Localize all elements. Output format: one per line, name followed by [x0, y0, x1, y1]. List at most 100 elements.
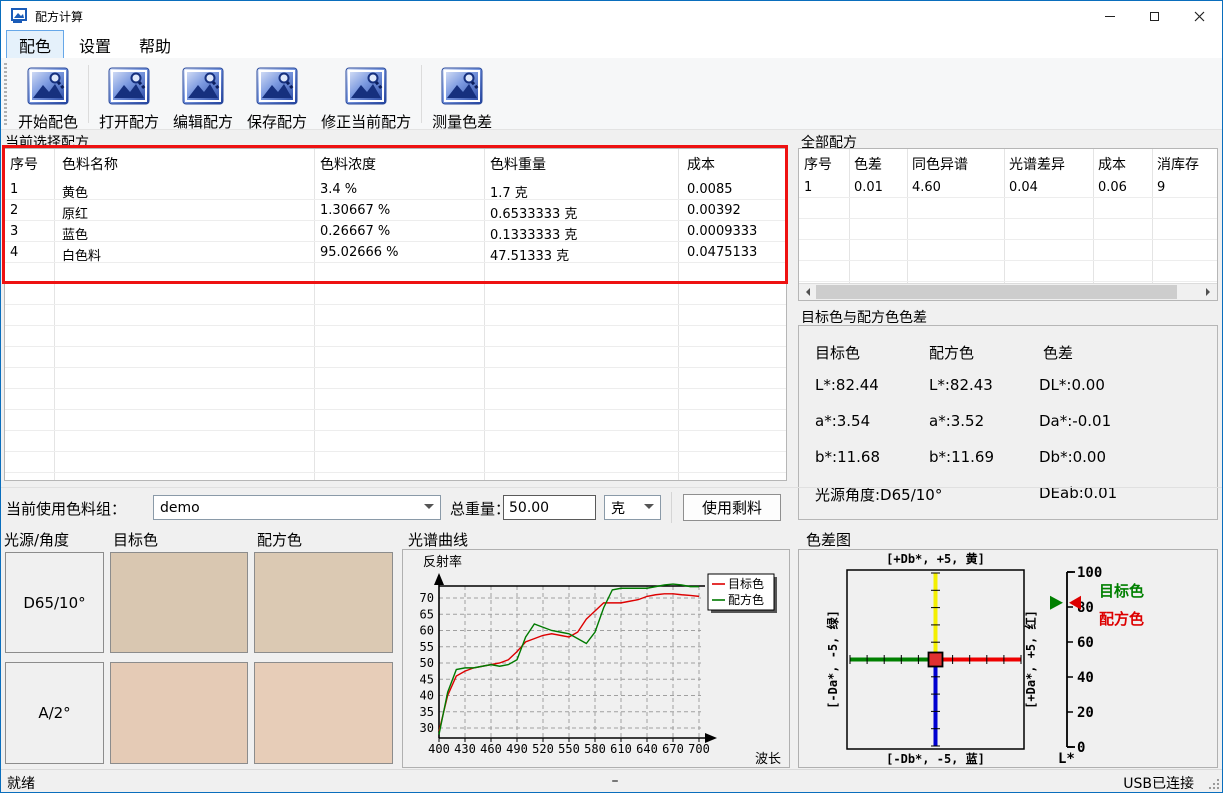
close-button[interactable]: [1177, 1, 1222, 31]
cell-name: 白色料: [62, 245, 101, 264]
illuminant-text: A/2°: [38, 704, 70, 722]
samples-header-formula: 配方色: [257, 529, 302, 550]
column-header[interactable]: 序号: [804, 154, 832, 174]
cell-concentration: 95.02666 %: [320, 245, 399, 260]
cell-color-diff: 0.01: [854, 180, 883, 195]
menu-item-color-matching[interactable]: 配色: [6, 30, 64, 60]
column-header[interactable]: 光谱差异: [1009, 154, 1065, 174]
menu-item-settings[interactable]: 设置: [66, 30, 124, 60]
y-tick-label: 60: [420, 624, 434, 638]
x-tick-label: 580: [584, 742, 606, 756]
unit-select[interactable]: 克: [604, 495, 661, 520]
table-gridlines: [5, 179, 786, 480]
column-header[interactable]: 序号: [10, 154, 38, 174]
samples-header-illuminant: 光源/角度: [4, 529, 69, 550]
open-formula-button[interactable]: 打开配方: [92, 61, 166, 134]
cell-name: 原红: [62, 203, 88, 222]
y-tick-label: 30: [420, 721, 434, 735]
colorant-bar: 当前使用色料组： demo 总重量： 50.00 克 使用剩料: [1, 487, 1222, 526]
minimize-button[interactable]: [1087, 1, 1132, 31]
use-leftover-button[interactable]: 使用剩料: [683, 494, 781, 521]
color-diff-chart-svg: [+Db*, +5, 黄][-Db*, -5, 蓝][-Da*, -5, 绿][…: [799, 550, 1217, 767]
menu-item-help[interactable]: 帮助: [126, 30, 184, 60]
cell-weight: 0.6533333 克: [490, 203, 577, 222]
x-tick-label: 490: [506, 742, 528, 756]
cell-weight: 1.7 克: [490, 182, 528, 201]
start-matching-button[interactable]: 开始配色: [11, 61, 85, 134]
x-tick-label: 520: [532, 742, 554, 756]
column-header[interactable]: 色料浓度: [320, 154, 376, 174]
maximize-icon: [1150, 12, 1159, 21]
total-weight-label: 总重量：: [450, 498, 510, 519]
x-tick-label: 640: [636, 742, 658, 756]
target-L: L*:82.44: [815, 376, 879, 394]
legend-label: 目标色: [728, 577, 764, 591]
illuminant-label-d65: D65/10°: [5, 552, 104, 653]
horizontal-scrollbar[interactable]: [799, 283, 1217, 300]
x-tick-label: 550: [558, 742, 580, 756]
target-swatch-a2: [110, 662, 248, 764]
legend-目标色: 目标色: [1099, 582, 1144, 600]
scrollbar-thumb[interactable]: [816, 285, 1177, 299]
toolbar-gripper[interactable]: [4, 63, 7, 125]
x-tick-label: 700: [688, 742, 710, 756]
l-tick-label: 60: [1077, 635, 1094, 651]
diff-header-formula: 配方色: [929, 342, 974, 363]
edit-formula-button[interactable]: 编辑配方: [166, 61, 240, 134]
sample-point-marker: [929, 653, 943, 667]
x-axis-arrow: [705, 733, 717, 743]
close-icon: [1194, 11, 1205, 22]
color-diff-panel: [+Db*, +5, 黄][-Db*, -5, 蓝][-Da*, -5, 绿][…: [798, 549, 1218, 768]
picture-icon: [254, 63, 300, 109]
total-weight-input[interactable]: 50.00: [503, 495, 596, 520]
column-header[interactable]: 成本: [687, 154, 715, 174]
x-tick-label: 430: [454, 742, 476, 756]
toolbar-separator: [88, 65, 89, 123]
cell-no: 4: [10, 245, 18, 260]
color-diff-chart-title: 色差图: [806, 529, 851, 550]
picture-icon: [106, 63, 152, 109]
column-header[interactable]: 色料名称: [62, 154, 118, 174]
column-header[interactable]: 成本: [1098, 154, 1126, 174]
target-l-marker: [1050, 596, 1063, 610]
colorant-group-value: demo: [160, 500, 200, 516]
left-triangle-icon: [802, 288, 810, 296]
l-tick-label: 40: [1077, 670, 1094, 686]
maximize-button[interactable]: [1132, 1, 1177, 31]
status-bar: 就绪 – USB已连接: [1, 769, 1222, 792]
l-tick-label: 0: [1077, 740, 1085, 756]
target-swatch-d65: [110, 552, 248, 653]
formula-swatch-d65: [254, 552, 393, 653]
column-header[interactable]: 色差: [854, 154, 882, 174]
cell-stock: 9: [1157, 180, 1165, 195]
column-header[interactable]: 色料重量: [490, 154, 546, 174]
formula-a: a*:3.52: [929, 412, 984, 430]
picture-icon: [180, 63, 226, 109]
toolbar-label: 修正当前配方: [321, 111, 411, 132]
toolbar-label: 保存配方: [247, 111, 307, 132]
column-header[interactable]: 消库存: [1157, 154, 1199, 174]
axis-label-top: [+Db*, +5, 黄]: [886, 551, 985, 566]
current-formula-table[interactable]: 序号 色料名称 色料浓度 色料重量 成本 1 黄色 3.4 % 1.7 克 0.…: [4, 148, 787, 481]
resize-grip-icon[interactable]: [1208, 778, 1220, 790]
target-b: b*:11.68: [815, 448, 880, 466]
toolbar-label: 打开配方: [99, 111, 159, 132]
scroll-left-arrow[interactable]: [799, 284, 816, 300]
scroll-right-arrow[interactable]: [1200, 284, 1217, 300]
column-header[interactable]: 同色异谱: [912, 154, 968, 174]
spectral-chart-svg: 3035404550556065704004304604905205505806…: [403, 550, 789, 767]
total-weight-value: 50.00: [509, 500, 549, 516]
chevron-down-icon: [644, 504, 654, 514]
picture-icon: [439, 63, 485, 109]
formula-swatch-a2: [254, 662, 393, 764]
y-tick-label: 55: [420, 640, 434, 654]
colorant-group-select[interactable]: demo: [153, 495, 441, 520]
correct-formula-button[interactable]: 修正当前配方: [314, 61, 418, 134]
save-formula-button[interactable]: 保存配方: [240, 61, 314, 134]
separator: [671, 492, 672, 523]
all-formulas-table[interactable]: 序号 色差 同色异谱 光谱差异 成本 消库存 1 0.01 4.60 0.04 …: [798, 148, 1218, 301]
cell-cost: 0.06: [1098, 180, 1127, 195]
toolbar-label: 开始配色: [18, 111, 78, 132]
measure-color-diff-button[interactable]: 测量色差: [425, 61, 499, 134]
cell-cost: 0.0009333: [687, 224, 757, 239]
